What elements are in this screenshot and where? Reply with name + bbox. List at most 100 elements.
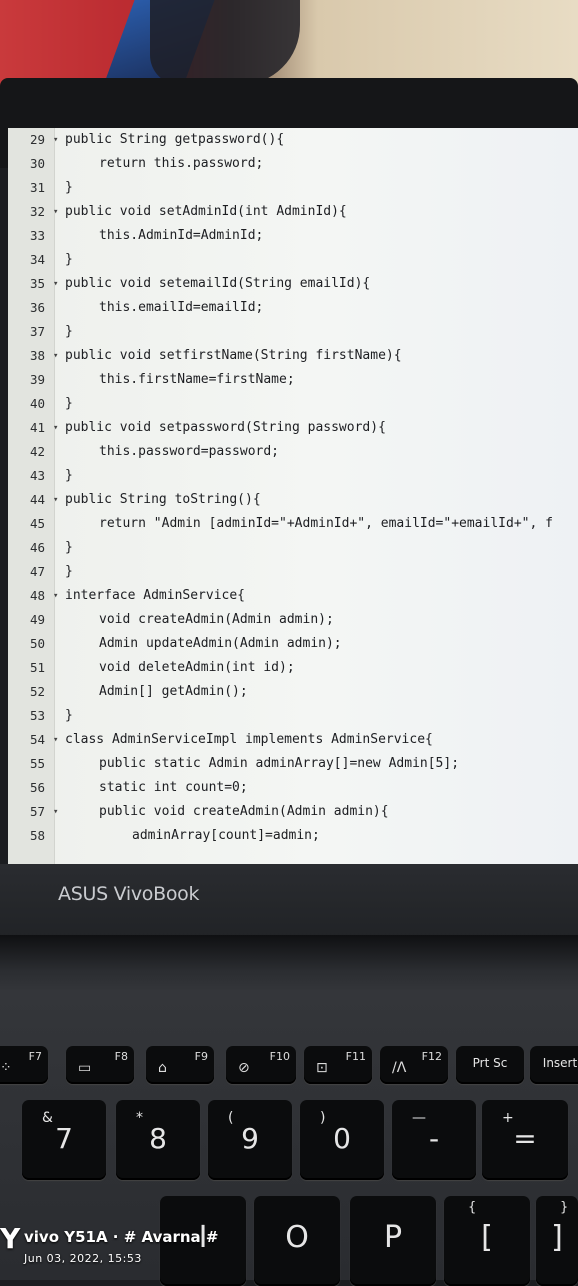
code-line[interactable]: 37} (8, 320, 578, 344)
key-letter[interactable]: O (254, 1196, 340, 1286)
line-number: 37 (30, 324, 46, 339)
line-number: 58 (30, 828, 46, 843)
line-number: 44 (30, 492, 46, 507)
line-number: 41 (30, 420, 46, 435)
code-line[interactable]: 42 this.password=password; (8, 440, 578, 464)
key-label: = (513, 1122, 537, 1155)
code-line[interactable]: 50 Admin updateAdmin(Admin admin); (8, 632, 578, 656)
key-prt-sc[interactable]: Prt Sc (456, 1046, 524, 1084)
laptop-screen: 29 ▾ public String getpassword(){30 return … (8, 128, 578, 864)
line-number: 56 (30, 780, 46, 795)
code-line[interactable]: 29 ▾ public String getpassword(){ (8, 128, 578, 152)
fold-toggle-icon[interactable]: ▾ (53, 728, 58, 752)
code-line[interactable]: 35 ▾ public void setemailId(String emailId… (8, 272, 578, 296)
code-text: public static Admin adminArray[]=new Adm… (99, 756, 460, 771)
code-text: Admin[] getAdmin(); (99, 684, 248, 699)
code-line[interactable]: 46} (8, 536, 578, 560)
code-line[interactable]: 55 public static Admin adminArray[]=new A… (8, 752, 578, 776)
code-text: this.password=password; (99, 444, 280, 459)
code-text: this.firstName=firstName; (99, 372, 295, 387)
key-label: F12 (421, 1050, 442, 1063)
fold-toggle-icon[interactable]: ▾ (53, 200, 58, 224)
key-f7[interactable]: F7 ⁘ (0, 1046, 48, 1084)
code-line[interactable]: 38 ▾ public void setfirstName(String first… (8, 344, 578, 368)
code-line[interactable]: 49 void createAdmin(Admin admin); (8, 608, 578, 632)
key-number[interactable]: & 7 (22, 1100, 106, 1180)
key-label: 8 (149, 1122, 167, 1155)
line-number: 31 (30, 180, 46, 195)
line-number: 45 (30, 516, 46, 531)
line-number: 48 (30, 588, 46, 603)
key-number[interactable]: (9 (208, 1100, 292, 1180)
code-line[interactable]: 41 ▾ public void setpassword(String passwo… (8, 416, 578, 440)
code-text: } (65, 564, 73, 579)
code-text: public void setfirstName(String firstNam… (65, 348, 402, 363)
fold-toggle-icon[interactable]: ▾ (53, 800, 58, 824)
code-line[interactable]: 45 return "Admin [adminId="+AdminId+", em… (8, 512, 578, 536)
code-line[interactable]: 54 ▾ class AdminServiceImpl implements Adm… (8, 728, 578, 752)
code-line[interactable]: 48 ▾ interface AdminService{ (8, 584, 578, 608)
code-text: } (65, 468, 73, 483)
code-line[interactable]: 30 return this.password; (8, 152, 578, 176)
touchpad-lock-icon: ⌂ (158, 1060, 167, 1076)
fold-toggle-icon[interactable]: ▾ (53, 584, 58, 608)
camera-off-icon: ⊘ (238, 1060, 250, 1076)
key-f9[interactable]: F9 ⌂ (146, 1046, 214, 1084)
code-line[interactable]: 32 ▾ public void setAdminId(int AdminId){ (8, 200, 578, 224)
key-shift-label: } (560, 1200, 569, 1215)
code-line[interactable]: 56 static int count=0; (8, 776, 578, 800)
line-number: 55 (30, 756, 46, 771)
brightness-icon: ⁘ (0, 1060, 12, 1076)
line-number: 57 (30, 804, 46, 819)
code-text: public String toString(){ (65, 492, 261, 507)
key-f10[interactable]: F10 ⊘ (226, 1046, 296, 1084)
myasus-icon: /Λ (392, 1060, 407, 1076)
laptop-brand-label: ASUS VivoBook (58, 883, 200, 905)
code-line[interactable]: 47} (8, 560, 578, 584)
code-text: adminArray[count]=admin; (132, 828, 320, 843)
code-line[interactable]: 44 ▾ public String toString(){ (8, 488, 578, 512)
code-line[interactable]: 33 this.AdminId=AdminId; (8, 224, 578, 248)
code-line[interactable]: 36 this.emailId=emailId; (8, 296, 578, 320)
fold-toggle-icon[interactable]: ▾ (53, 416, 58, 440)
fold-toggle-icon[interactable]: ▾ (53, 488, 58, 512)
key-letter[interactable]: P (350, 1196, 436, 1286)
fold-toggle-icon[interactable]: ▾ (53, 272, 58, 296)
code-line[interactable]: 40} (8, 392, 578, 416)
key-number[interactable]: ) 0 (300, 1100, 384, 1180)
line-number: 35 (30, 276, 46, 291)
key-letter[interactable]: {[ (444, 1196, 530, 1286)
line-number: 46 (30, 540, 46, 555)
key-number[interactable]: + = (482, 1100, 568, 1180)
key-number[interactable]: — - (392, 1100, 476, 1180)
code-text: return "Admin [adminId="+AdminId+", emai… (99, 516, 553, 531)
fold-toggle-icon[interactable]: ▾ (53, 128, 58, 152)
code-text: interface AdminService{ (65, 588, 246, 603)
code-line[interactable]: 34} (8, 248, 578, 272)
code-line[interactable]: 51 void deleteAdmin(int id); (8, 656, 578, 680)
code-line[interactable]: 57 ▾ public void createAdmin(Admin admin){ (8, 800, 578, 824)
key-f11[interactable]: F11 ⊡ (304, 1046, 372, 1084)
key-f8[interactable]: F8 ▭ (66, 1046, 134, 1084)
key-insert[interactable]: Insert (530, 1046, 578, 1084)
code-line[interactable]: 43} (8, 464, 578, 488)
line-number: 32 (30, 204, 46, 219)
key-label: ] (551, 1220, 563, 1255)
code-line[interactable]: 58 adminArray[count]=admin; (8, 824, 578, 848)
key-f12[interactable]: F12/Λ (380, 1046, 448, 1084)
key-number[interactable]: * 8 (116, 1100, 200, 1180)
code-text: static int count=0; (99, 780, 248, 795)
code-line[interactable]: 53} (8, 704, 578, 728)
code-text: } (65, 324, 73, 339)
code-line[interactable]: 39 this.firstName=firstName; (8, 368, 578, 392)
watermark-datetime: Jun 03, 2022, 15:53 (24, 1252, 142, 1265)
code-line[interactable]: 52 Admin[] getAdmin(); (8, 680, 578, 704)
key-shift-label: { (468, 1200, 477, 1215)
code-text: class AdminServiceImpl implements AdminS… (65, 732, 433, 747)
fold-toggle-icon[interactable]: ▾ (53, 344, 58, 368)
code-text: void createAdmin(Admin admin); (99, 612, 334, 627)
line-number: 34 (30, 252, 46, 267)
key-letter[interactable]: }] (536, 1196, 578, 1286)
code-text: } (65, 540, 73, 555)
code-line[interactable]: 31} (8, 176, 578, 200)
